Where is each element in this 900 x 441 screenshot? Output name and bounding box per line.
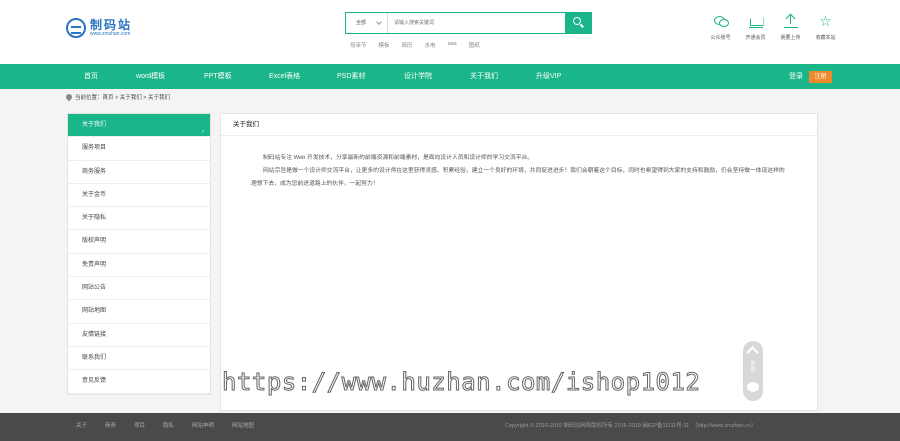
sidebar-item-announcement[interactable]: 网站公告	[68, 277, 210, 301]
sidebar-item-label: 意见反馈	[82, 378, 107, 385]
search-button[interactable]	[565, 13, 591, 33]
sidebar-item-label: 网站地图	[82, 308, 107, 315]
sidebar-item-privacy[interactable]: 关于隐私	[68, 207, 210, 231]
sidebar-item-label: 网站公告	[82, 285, 107, 292]
tool-favorite[interactable]: ☆ 收藏本站	[808, 14, 843, 41]
sidebar-item-contact[interactable]: 联系我们	[68, 347, 210, 371]
chevron-down-icon	[376, 19, 382, 25]
hotword-link[interactable]: aaa	[448, 41, 457, 49]
nav-item-word[interactable]: word模板	[136, 64, 165, 89]
site-footer: 关于 商务 项目 隐私 网站申明 网站地图 Copyright © 2016-2…	[0, 413, 900, 441]
watermark: https://www.huzhan.com/ishop1012	[221, 368, 701, 397]
upload-icon	[783, 14, 798, 28]
sidebar-item-feedback[interactable]: 意见反馈	[68, 370, 210, 394]
footer-link[interactable]: 关于	[76, 423, 87, 429]
tool-upload[interactable]: 我要上传	[773, 14, 808, 41]
sidebar-item-label: 关于隐私	[82, 215, 107, 222]
sidebar-item-label: 友情链接	[82, 331, 107, 338]
search-category-select[interactable]: 全部	[346, 13, 388, 33]
content-paragraph: 网站宗旨是做一个设计师交流平台，让更多的设计师在这里获得灵感、积累经验，建立一个…	[251, 168, 785, 187]
chat-bubble-icon[interactable]	[747, 382, 759, 392]
sidebar-item-links[interactable]: 友情链接	[68, 324, 210, 347]
location-pin-icon	[64, 92, 74, 102]
sidebar-item-label: 联系我们	[82, 354, 107, 361]
breadcrumb: 当前位置：首页 > 关于我们 > 关于我们	[64, 92, 170, 105]
hotword-link[interactable]: 母亲节	[350, 41, 367, 49]
site-logo[interactable]: 制码站 www.zmzhan.com	[66, 16, 146, 40]
tool-label: 我要上传	[780, 35, 801, 41]
sidebar-item-services[interactable]: 服务项目	[68, 137, 210, 161]
nav-item-excel[interactable]: Excel表格	[269, 64, 300, 89]
register-button[interactable]: 注册	[809, 71, 832, 83]
nav-item-ppt[interactable]: PPT模板	[204, 64, 232, 89]
sidebar-item-label: 关于我们	[82, 122, 107, 128]
tool-vip[interactable]: 开通会员	[738, 14, 773, 41]
hotword-link[interactable]: 水电	[425, 41, 436, 49]
footer-link[interactable]: 隐私	[163, 423, 174, 429]
sidebar-item-label: 商务服务	[82, 168, 107, 175]
site-header: 制码站 www.zmzhan.com 全部 母亲节 模板 简历 水电 aaa 图…	[0, 0, 900, 64]
nav-item-psd[interactable]: PSD素材	[337, 64, 365, 89]
sidebar-item-label: 服务项目	[82, 145, 107, 152]
content-paragraph: 制码站专注 Web 开发技术，分享最新的前端资源和前端素材，是面向设计人员和设计…	[263, 155, 534, 161]
main-nav: 首页 word模板 PPT模板 Excel表格 PSD素材 设计学院 关于我们 …	[0, 64, 900, 89]
content-panel: 关于我们 制码站专注 Web 开发技术，分享最新的前端资源和前端素材，是面向设计…	[220, 113, 818, 411]
crown-icon	[748, 14, 763, 28]
tool-label: 开通会员	[745, 35, 766, 41]
search-icon	[573, 17, 581, 25]
star-icon: ☆	[819, 13, 832, 29]
sidebar-item-about[interactable]: 关于我们 ›	[68, 114, 210, 138]
hotword-link[interactable]: 简历	[402, 41, 413, 49]
sidebar-item-label: 版权声明	[82, 238, 107, 245]
page-title: 关于我们	[221, 114, 817, 136]
hotword-link[interactable]: 模板	[379, 41, 390, 49]
tool-label: 公众账号	[710, 35, 731, 41]
footer-link[interactable]: 商务	[105, 423, 116, 429]
sidebar-item-coins[interactable]: 关于金币	[68, 184, 210, 208]
content-body: 制码站专注 Web 开发技术，分享最新的前端资源和前端素材，是面向设计人员和设计…	[221, 136, 817, 191]
wechat-icon	[713, 14, 729, 28]
footer-links: 关于 商务 项目 隐私 网站申明 网站地图	[76, 413, 270, 439]
footer-link[interactable]: 网站地图	[232, 423, 254, 429]
sidebar-item-copyright[interactable]: 版权声明	[68, 230, 210, 254]
sidebar: 关于我们 › 服务项目 商务服务 关于金币 关于隐私 版权声明 免责声明 网站公…	[67, 113, 211, 395]
search-input[interactable]	[394, 13, 564, 33]
feedback-label[interactable]: 反馈	[749, 361, 757, 373]
tool-wechat[interactable]: 公众账号	[703, 14, 738, 41]
sidebar-item-label: 关于金币	[82, 191, 107, 198]
back-to-top-icon[interactable]	[746, 346, 759, 359]
breadcrumb-text[interactable]: 当前位置：首页 > 关于我们 > 关于我们	[75, 95, 170, 101]
tool-label: 收藏本站	[815, 35, 836, 41]
nav-item-home[interactable]: 首页	[84, 64, 98, 89]
search-bar: 全部	[345, 12, 592, 34]
sidebar-item-business[interactable]: 商务服务	[68, 161, 210, 184]
sidebar-item-label: 免责声明	[82, 261, 107, 268]
footer-copyright: Copyright © 2016-2019 制码站网络版权所有 2016-201…	[505, 423, 757, 429]
footer-link[interactable]: 网站申明	[192, 423, 214, 429]
nav-item-vip[interactable]: 升级VIP	[536, 64, 561, 89]
sidebar-item-sitemap[interactable]: 网站地图	[68, 300, 210, 324]
search-category-label: 全部	[356, 20, 367, 26]
login-link[interactable]: 登录	[789, 64, 803, 89]
hotword-link[interactable]: 图纸	[469, 41, 480, 49]
logo-url: www.zmzhan.com	[90, 31, 131, 37]
nav-item-academy[interactable]: 设计学院	[404, 64, 432, 89]
nav-item-about[interactable]: 关于我们	[470, 64, 498, 89]
footer-link[interactable]: 项目	[134, 423, 145, 429]
hot-keywords: 母亲节 模板 简历 水电 aaa 图纸	[350, 41, 492, 49]
logo-mark-icon	[66, 18, 86, 38]
header-tools: 公众账号 开通会员 我要上传 ☆ 收藏本站	[703, 14, 843, 41]
floating-toolbar: 反馈	[743, 341, 763, 401]
sidebar-item-disclaimer[interactable]: 免责声明	[68, 254, 210, 278]
